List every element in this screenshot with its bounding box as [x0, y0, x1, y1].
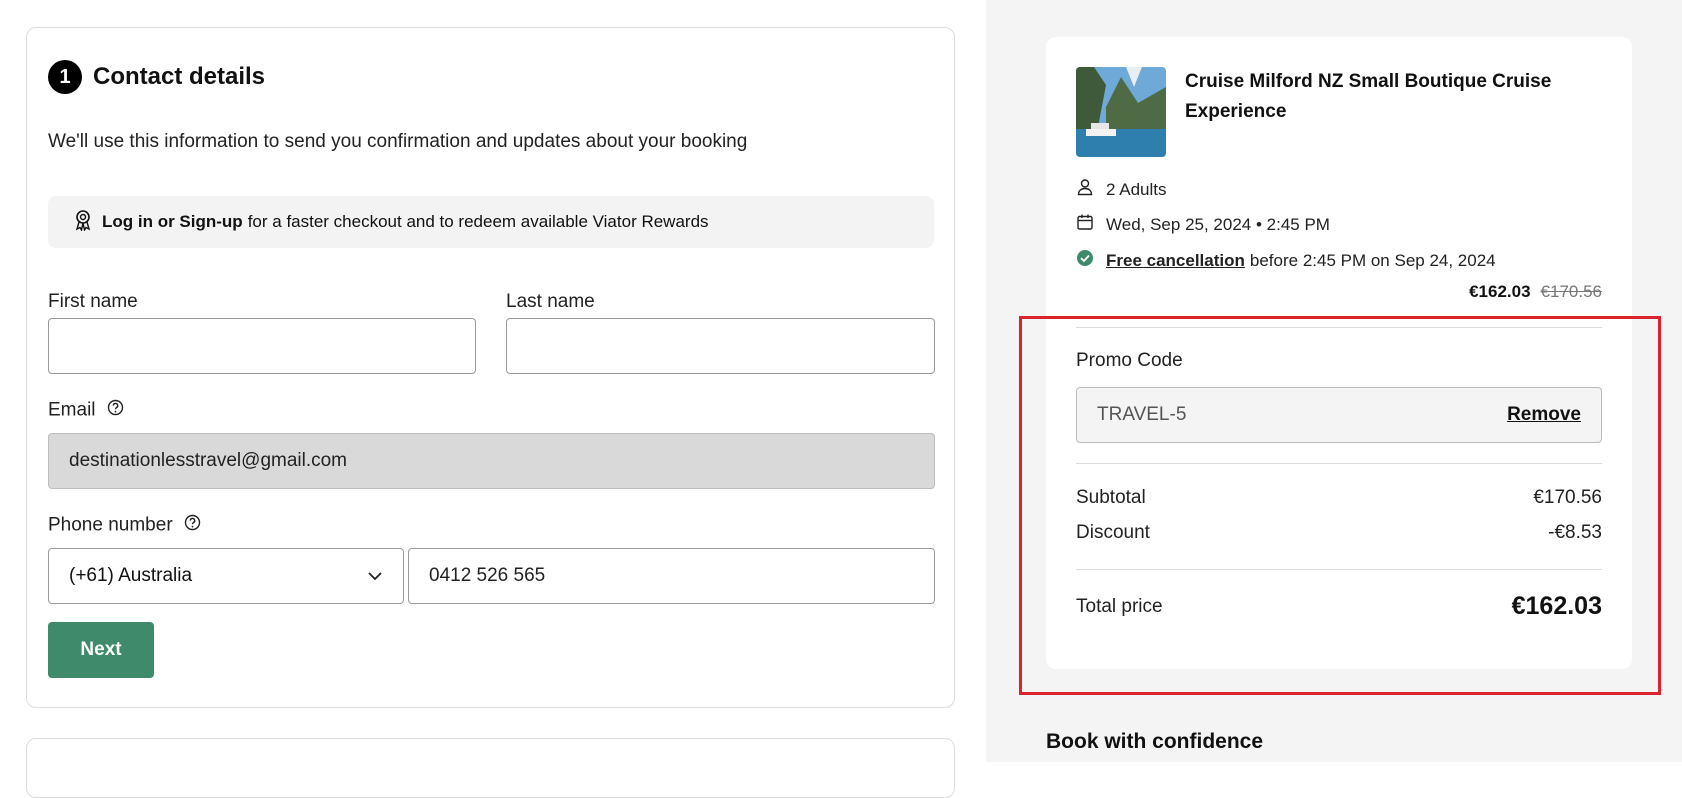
- last-name-input[interactable]: [506, 318, 935, 374]
- last-name-label: Last name: [506, 291, 595, 312]
- email-label-row: Email: [48, 399, 124, 422]
- phone-number-input[interactable]: [408, 548, 935, 604]
- book-with-confidence-heading: Book with confidence: [1046, 730, 1264, 753]
- free-cancellation-link[interactable]: Free cancellation: [1106, 251, 1245, 271]
- help-icon[interactable]: [184, 514, 201, 537]
- cancellation-row: Free cancellation before 2:45 PM on Sep …: [1076, 249, 1496, 272]
- login-signup-link[interactable]: Log in or Sign-up: [102, 212, 243, 232]
- rewards-icon: [73, 209, 102, 236]
- chevron-down-icon: [367, 565, 383, 587]
- section-title: Contact details: [93, 63, 266, 90]
- travelers-row: 2 Adults: [1076, 178, 1167, 201]
- current-price: €162.03: [1469, 282, 1531, 301]
- phone-label: Phone number: [48, 514, 173, 536]
- step-badge: 1: [48, 60, 82, 94]
- next-button[interactable]: Next: [48, 622, 154, 678]
- contact-details-card: 1 Contact details We'll use this informa…: [26, 27, 955, 708]
- tour-title[interactable]: Cruise Milford NZ Small Boutique Cruise …: [1185, 67, 1605, 127]
- email-field[interactable]: [48, 433, 935, 489]
- first-name-label: First name: [48, 291, 138, 312]
- first-name-input[interactable]: [48, 318, 476, 374]
- login-banner-text: for a faster checkout and to redeem avai…: [247, 212, 709, 231]
- help-icon[interactable]: [107, 399, 124, 422]
- travelers-text: 2 Adults: [1106, 179, 1167, 199]
- date-time-text: Wed, Sep 25, 2024 • 2:45 PM: [1106, 214, 1330, 234]
- person-icon: [1076, 178, 1106, 201]
- email-label: Email: [48, 399, 96, 421]
- country-code-select[interactable]: (+61) Australia: [48, 548, 404, 604]
- next-section-card: [26, 738, 955, 798]
- section-description: We'll use this information to send you c…: [48, 131, 748, 152]
- check-circle-icon: [1076, 249, 1106, 272]
- tour-thumbnail[interactable]: [1076, 67, 1166, 157]
- date-row: Wed, Sep 25, 2024 • 2:45 PM: [1076, 213, 1330, 236]
- phone-label-row: Phone number: [48, 514, 201, 537]
- promo-highlight-box: [1019, 316, 1661, 695]
- cancellation-detail: before 2:45 PM on Sep 24, 2024: [1249, 250, 1496, 270]
- original-price: €170.56: [1540, 282, 1602, 301]
- tour-price: €162.03 €170.56: [1469, 282, 1602, 302]
- calendar-icon: [1076, 213, 1106, 236]
- login-banner[interactable]: Log in or Sign-up for a faster checkout …: [48, 196, 934, 248]
- country-code-value: (+61) Australia: [69, 565, 193, 586]
